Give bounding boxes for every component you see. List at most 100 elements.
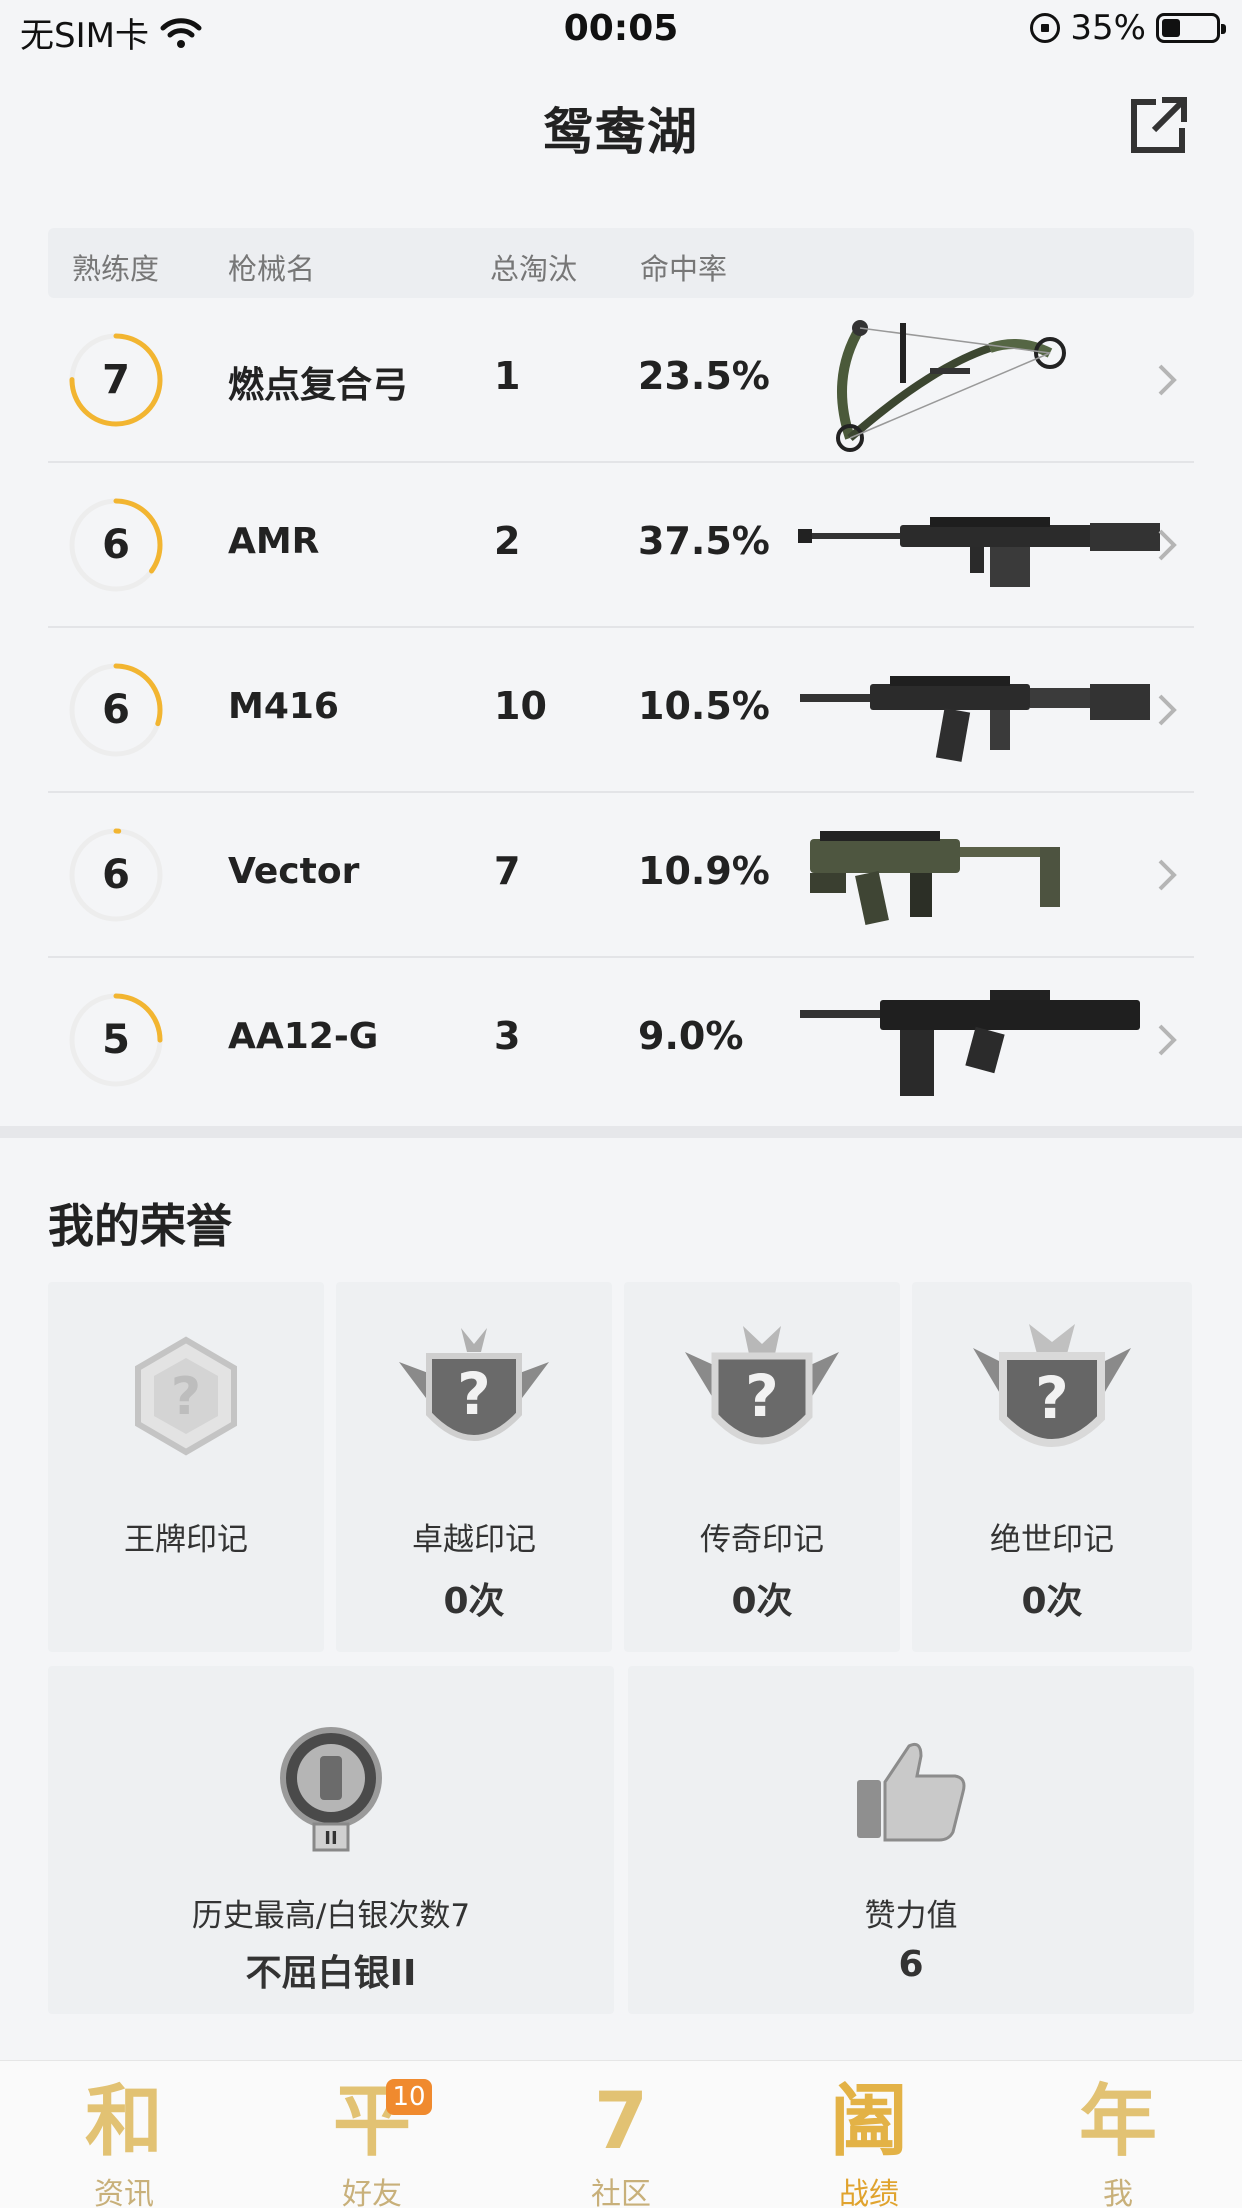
- ace-mark-badge-icon: ?: [135, 1336, 237, 1456]
- likes-label: 赞力值: [864, 1898, 958, 1934]
- smg-icon: [810, 831, 1060, 925]
- weapon-name: AMR: [228, 521, 320, 562]
- weapon-name: AA12-G: [228, 1016, 379, 1057]
- chevron-right-icon: [1158, 1024, 1177, 1056]
- thumbs-up-icon: [857, 1742, 966, 1842]
- proficiency-ring: 6: [68, 497, 164, 593]
- weapon-row[interactable]: 6 Vector 7 10.9%: [48, 793, 1194, 958]
- rotation-lock-icon: [1030, 13, 1061, 43]
- likes-value: 6: [898, 1944, 924, 1985]
- tab-label: 我: [1103, 2177, 1133, 2208]
- proficiency-ring: 5: [68, 992, 164, 1088]
- sniper-rifle-icon: [798, 517, 1160, 587]
- tab-records[interactable]: 阖 战绩: [745, 2061, 993, 2208]
- tab-label: 社区: [591, 2177, 651, 2208]
- svg-text:II: II: [324, 1828, 337, 1849]
- mark-count: 0次: [731, 1581, 793, 1622]
- section-divider: [0, 1126, 1242, 1138]
- mark-label: 卓越印记: [412, 1522, 536, 1558]
- me-tab-icon: 年: [1078, 2077, 1157, 2167]
- svg-text:?: ?: [745, 1362, 779, 1430]
- svg-text:?: ?: [1035, 1364, 1069, 1432]
- rank-silver-badge-icon: II: [280, 1727, 382, 1852]
- proficiency-ring: 6: [68, 662, 164, 758]
- tab-label: 资讯: [94, 2177, 154, 2208]
- likes-card[interactable]: 赞力值 6: [628, 1666, 1194, 2014]
- tab-news[interactable]: 和 资讯: [0, 2061, 248, 2208]
- records-tab-icon: 阖: [829, 2077, 908, 2167]
- page-title: 鸳鸯湖: [543, 103, 699, 161]
- rank-value: 不屈白银II: [245, 1953, 417, 1994]
- weapon-kills: 3: [494, 1014, 521, 1058]
- share-icon[interactable]: [1126, 94, 1190, 158]
- proficiency-level: 5: [102, 1017, 130, 1063]
- mark-label: 王牌印记: [124, 1522, 248, 1558]
- honors-title: 我的荣誉: [48, 1199, 232, 1253]
- weapon-hit-rate: 10.9%: [638, 849, 770, 893]
- friends-tab-icon: 平: [332, 2077, 411, 2167]
- weapon-kills: 7: [494, 849, 521, 893]
- weapon-hit-rate: 9.0%: [638, 1014, 744, 1058]
- chevron-right-icon: [1158, 364, 1177, 396]
- proficiency-level: 6: [102, 522, 130, 568]
- weapon-kills: 1: [494, 354, 521, 398]
- tab-me[interactable]: 年 我: [994, 2061, 1242, 2208]
- proficiency-level: 7: [102, 357, 130, 403]
- weapon-hit-rate: 10.5%: [638, 684, 770, 728]
- peerless-mark-card[interactable]: ? 绝世印记 0次: [912, 1282, 1192, 1652]
- rank-label: 历史最高/白银次数7: [191, 1898, 471, 1934]
- col-weapon-name: 枪械名: [228, 252, 316, 286]
- proficiency-level: 6: [102, 687, 130, 733]
- proficiency-level: 6: [102, 852, 130, 898]
- weapon-table-header: 熟练度 枪械名 总淘汰 命中率: [48, 228, 1194, 298]
- proficiency-ring: 7: [68, 332, 164, 428]
- ace-mark-card[interactable]: ? 王牌印记: [48, 1282, 324, 1652]
- mark-label: 传奇印记: [700, 1522, 824, 1558]
- weapon-row[interactable]: 7 燃点复合弓 1 23.5%: [48, 298, 1194, 463]
- weapon-name: 燃点复合弓: [228, 365, 409, 406]
- tab-community[interactable]: 7 社区: [497, 2061, 745, 2208]
- col-proficiency: 熟练度: [72, 252, 160, 286]
- weapon-name: Vector: [228, 851, 360, 892]
- rank-card[interactable]: II 历史最高/白银次数7 不屈白银II: [48, 1666, 614, 2014]
- status-bar: 无SIM卡 00:05 35%: [0, 0, 1242, 62]
- weapon-name: M416: [228, 686, 339, 727]
- peerless-mark-badge-icon: ?: [973, 1324, 1131, 1447]
- weapon-kills: 10: [494, 684, 547, 728]
- header: 鸳鸯湖: [0, 70, 1242, 180]
- status-right: 35%: [1030, 8, 1226, 48]
- legend-mark-badge-icon: ?: [685, 1326, 839, 1445]
- mark-count: 0次: [443, 1581, 505, 1622]
- weapon-hit-rate: 37.5%: [638, 519, 770, 563]
- weapon-row[interactable]: 5 AA12-G 3 9.0%: [48, 958, 1194, 1123]
- proficiency-ring: 6: [68, 827, 164, 923]
- chevron-right-icon: [1158, 529, 1177, 561]
- compound-bow-icon: [836, 320, 1066, 452]
- battery-icon: [1156, 13, 1226, 43]
- chevron-right-icon: [1158, 694, 1177, 726]
- tab-label: 战绩: [839, 2177, 899, 2208]
- svg-text:?: ?: [457, 1360, 491, 1428]
- col-hit-rate: 命中率: [640, 252, 728, 286]
- mark-count: 0次: [1021, 1581, 1083, 1622]
- assault-rifle-icon: [800, 676, 1150, 762]
- weapon-kills: 2: [494, 519, 521, 563]
- mark-label: 绝世印记: [990, 1522, 1114, 1558]
- svg-text:?: ?: [171, 1367, 201, 1427]
- excellence-mark-badge-icon: ?: [399, 1328, 549, 1441]
- notification-badge: 10: [386, 2079, 432, 2115]
- col-total-kills: 总淘汰: [490, 252, 578, 286]
- tab-bar: 和 资讯 平 10 好友 7 社区 阖 战绩 年 我: [0, 2060, 1242, 2208]
- chevron-right-icon: [1158, 859, 1177, 891]
- weapon-hit-rate: 23.5%: [638, 354, 770, 398]
- weapon-row[interactable]: 6 M416 10 10.5%: [48, 628, 1194, 793]
- legend-mark-card[interactable]: ? 传奇印记 0次: [624, 1282, 900, 1652]
- excellence-mark-card[interactable]: ? 卓越印记 0次: [336, 1282, 612, 1652]
- community-tab-icon: 7: [593, 2077, 649, 2167]
- tab-friends[interactable]: 平 10 好友: [248, 2061, 496, 2208]
- news-tab-icon: 和: [84, 2077, 163, 2167]
- battery-percent: 35%: [1070, 8, 1146, 48]
- weapon-row[interactable]: 6 AMR 2 37.5%: [48, 463, 1194, 628]
- shotgun-icon: [800, 990, 1140, 1096]
- tab-label: 好友: [342, 2177, 402, 2208]
